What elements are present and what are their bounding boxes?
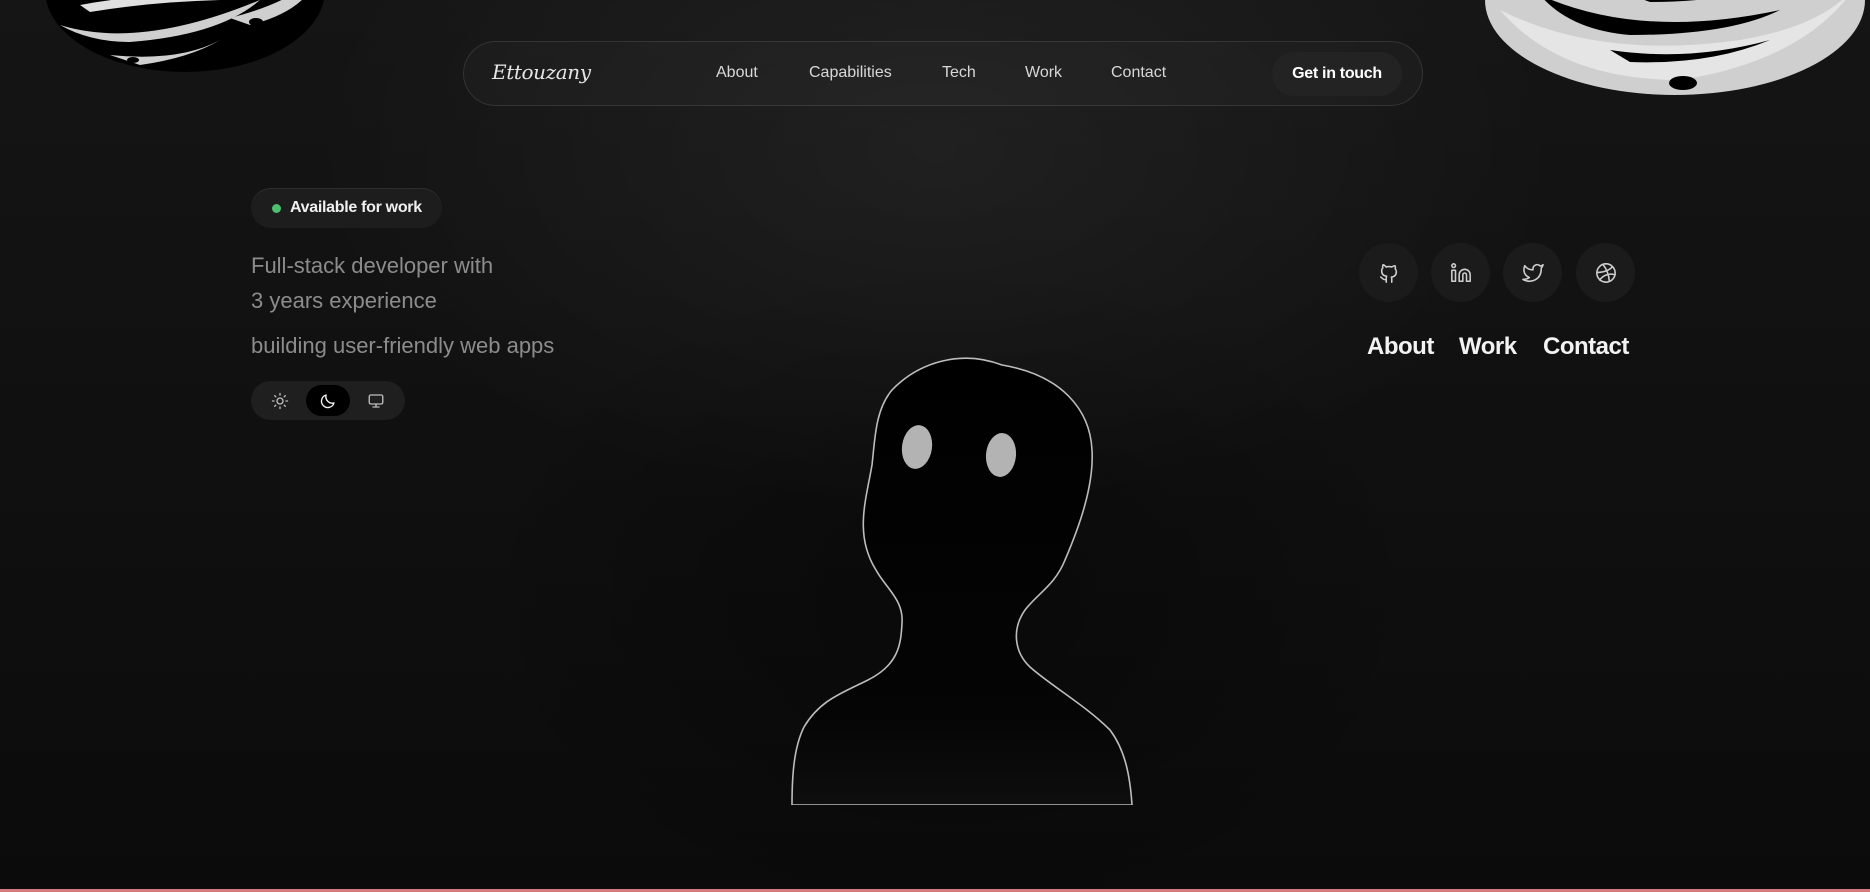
nav-link-work[interactable]: Work [1025, 64, 1062, 82]
linkedin-icon [1450, 262, 1471, 282]
side-link-about[interactable]: About [1367, 333, 1434, 361]
twitter-icon [1521, 263, 1544, 282]
navbar: Ettouzany About Capabilities Tech Work C… [463, 41, 1423, 106]
page: Ettouzany About Capabilities Tech Work C… [0, 0, 1870, 892]
side-link-work[interactable]: Work [1459, 333, 1517, 361]
nav-link-contact[interactable]: Contact [1111, 64, 1166, 82]
availability-text: Available for work [290, 199, 422, 216]
sun-icon [271, 392, 289, 409]
nav-link-tech[interactable]: Tech [942, 64, 976, 82]
availability-badge: Available for work [251, 188, 442, 228]
intro-line-2: 3 years experience [251, 288, 437, 313]
nav-link-capabilities[interactable]: Capabilities [809, 64, 892, 82]
dribbble-button[interactable] [1576, 243, 1635, 302]
planet-illustration-right [1485, 0, 1865, 95]
get-in-touch-button[interactable]: Get in touch [1272, 52, 1402, 96]
monitor-icon [368, 393, 384, 408]
theme-toggle [251, 381, 405, 420]
moon-icon [320, 393, 335, 408]
system-theme-button[interactable] [354, 385, 398, 416]
planet-illustration-left [46, 0, 324, 72]
nav-link-about[interactable]: About [716, 64, 758, 82]
github-button[interactable] [1359, 243, 1418, 302]
status-dot-icon [272, 203, 281, 213]
linkedin-button[interactable] [1431, 243, 1490, 302]
twitter-button[interactable] [1503, 243, 1562, 302]
dark-theme-button[interactable] [306, 385, 350, 416]
github-icon [1379, 263, 1397, 283]
avatar-silhouette-illustration [791, 357, 1133, 805]
intro-line-3: building user-friendly web apps [251, 333, 555, 358]
dribbble-icon [1595, 262, 1616, 283]
side-link-contact[interactable]: Contact [1543, 333, 1629, 361]
intro-line-1: Full-stack developer with [251, 253, 494, 278]
light-theme-button[interactable] [258, 385, 302, 416]
